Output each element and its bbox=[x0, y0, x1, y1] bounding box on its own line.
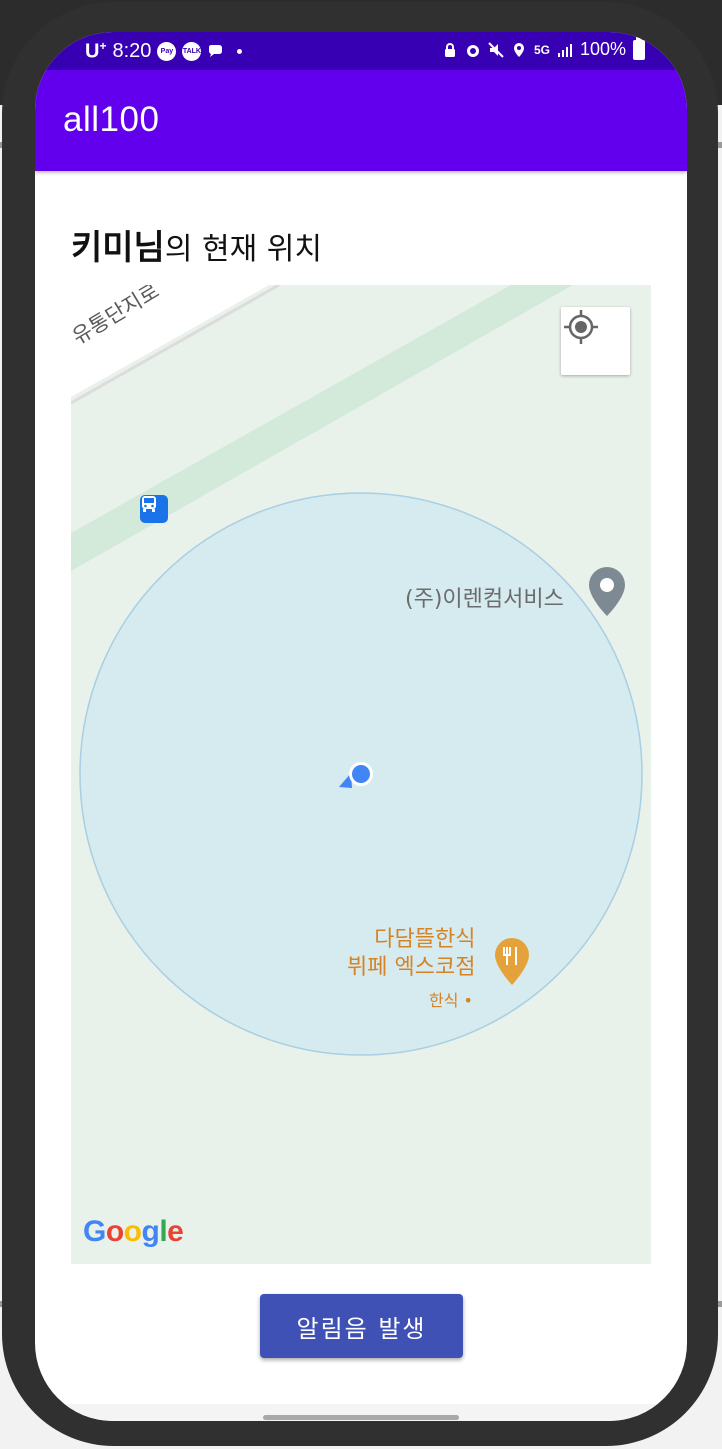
bus-stop-icon[interactable] bbox=[140, 495, 168, 523]
google-logo-text: Google bbox=[83, 1215, 184, 1248]
location-status-icon bbox=[513, 42, 524, 57]
network-type-label: 5G bbox=[533, 42, 550, 57]
chat-bubble-icon bbox=[209, 45, 223, 58]
lock-icon bbox=[444, 42, 455, 57]
home-gesture-handle[interactable] bbox=[263, 1415, 459, 1420]
bus-icon bbox=[142, 496, 156, 512]
battery-icon bbox=[633, 36, 645, 60]
status-bar: U+ 8:20 Pay TALK 5G 100% bbox=[35, 32, 687, 70]
carrier-label: U+ bbox=[85, 39, 107, 63]
app-bar: all100 bbox=[35, 70, 687, 171]
poi-restaurant-name-line2: 뷔페 엑스코점 bbox=[347, 955, 476, 980]
road-area bbox=[71, 285, 269, 397]
map-view[interactable]: 유통단지로 (주)이렌컴서비스 다담뜰한식 뷔페 엑스코점 한식 • Googl… bbox=[71, 285, 651, 1264]
my-location-button[interactable] bbox=[561, 307, 630, 375]
more-notifications-dot bbox=[237, 48, 243, 54]
alarm-sound-button[interactable]: 알림음 발생 bbox=[260, 1294, 463, 1358]
heading-suffix: 의 현재 위치 bbox=[164, 232, 322, 267]
map-pin-icon[interactable] bbox=[589, 567, 625, 616]
signal-icon bbox=[557, 43, 572, 57]
status-time: 8:20 bbox=[112, 39, 152, 62]
battery-percent: 100% bbox=[579, 39, 626, 59]
poi-company-label[interactable]: (주)이렌컴서비스 bbox=[405, 581, 564, 613]
map-canvas bbox=[71, 285, 643, 1056]
user-name: 키미님 bbox=[71, 228, 165, 268]
poi-restaurant-label[interactable]: 다담뜰한식 뷔페 엑스코점 bbox=[347, 926, 475, 982]
location-heading: 키미님의 현재 위치 bbox=[71, 220, 322, 269]
mute-icon bbox=[488, 41, 504, 58]
pay-notification-icon: Pay bbox=[157, 41, 177, 61]
poi-restaurant-category: 한식 • bbox=[429, 991, 473, 1010]
app-title: all100 bbox=[63, 100, 160, 139]
phone-frame: U+ 8:20 Pay TALK 5G 100% all100 키미님의 현재 … bbox=[2, 2, 718, 1446]
google-attribution: Google bbox=[83, 1215, 184, 1249]
crosshair-icon bbox=[564, 310, 598, 344]
current-location-dot[interactable] bbox=[352, 765, 370, 783]
alarm-icon bbox=[466, 44, 479, 57]
talk-notification-icon: TALK bbox=[182, 41, 202, 61]
phone-screen: U+ 8:20 Pay TALK 5G 100% all100 키미님의 현재 … bbox=[35, 32, 687, 1421]
poi-restaurant-name-line1: 다담뜰한식 bbox=[374, 927, 476, 952]
